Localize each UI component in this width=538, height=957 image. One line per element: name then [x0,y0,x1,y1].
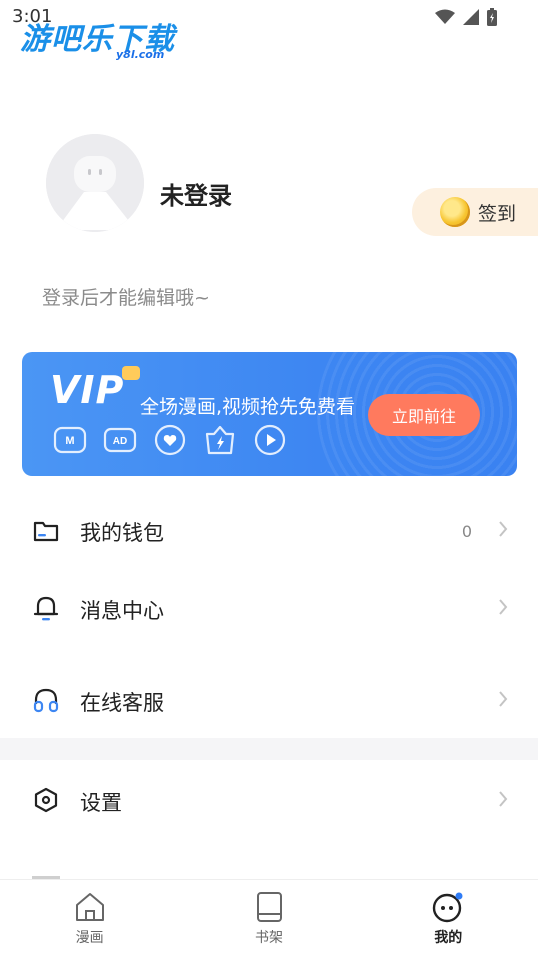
menu-label-settings: 设置 [80,791,122,815]
menu-item-support[interactable]: 在线客服 [0,660,538,742]
manga-icon: M [53,426,87,454]
profile-icon [433,892,463,923]
checkin-label: 签到 [478,202,517,225]
menu-item-messages[interactable]: 消息中心 [0,568,538,650]
watermark-subtitle: y8l.com [116,48,165,61]
crown-icon [122,366,140,380]
vip-benefit-icons: M AD [52,422,288,458]
chevron-right-icon [499,691,508,707]
book-icon [256,892,282,922]
menu-label-messages: 消息中心 [80,599,164,623]
settings-icon [34,787,58,813]
tab-mine[interactable]: 我的 [359,880,538,957]
tab-label-mine: 我的 [434,930,463,946]
wallet-balance: 0 [461,522,472,541]
chevron-right-icon [499,791,508,807]
vip-go-button[interactable]: 立即前往 [368,394,480,436]
tab-label-bookshelf: 书架 [254,930,283,946]
chevron-right-icon [499,599,508,615]
heart-icon [154,424,186,456]
vip-banner[interactable]: VIP 全场漫画,视频抢先免费看 立即前往 M AD [22,352,517,476]
tab-label-comics: 漫画 [75,930,104,946]
battery-icon [487,8,497,26]
chevron-right-icon [499,521,508,537]
vip-logo: VIP [50,368,125,412]
menu-group-settings: 设置 [0,760,538,842]
username[interactable]: 未登录 [160,176,232,211]
bottom-tab-bar: 漫画 书架 我的 [0,879,538,957]
menu-item-wallet[interactable]: 我的钱包 0 [0,490,538,572]
ad-free-icon: AD [103,427,137,453]
menu-label-support: 在线客服 [80,691,164,715]
menu-label-wallet: 我的钱包 [80,521,164,545]
watermark-logo: 游吧乐下载 y8l.com [20,14,175,61]
login-hint: 登录后才能编辑哦~ [42,287,210,309]
status-icons [434,7,498,27]
svg-text:M: M [65,435,74,447]
tab-bookshelf[interactable]: 书架 [179,880,358,957]
bolt-icon [205,425,235,455]
tab-comics[interactable]: 漫画 [0,880,179,957]
avatar[interactable] [46,134,144,232]
menu-item-settings[interactable]: 设置 [0,760,538,842]
checkin-button[interactable]: 签到 [412,188,538,236]
menu-group-account: 我的钱包 0 消息中心 在线客服 [0,490,538,736]
play-icon [254,424,286,456]
signal-icon [463,9,479,25]
headset-icon [33,688,59,713]
coin-icon [440,197,470,227]
section-divider [0,738,538,760]
svg-text:AD: AD [113,436,127,447]
wifi-icon [435,9,455,24]
wallet-icon [33,521,59,542]
bell-icon [33,596,59,621]
home-icon [75,893,104,921]
avatar-placeholder-icon [46,134,144,232]
vip-slogan: 全场漫画,视频抢先免费看 [140,396,356,418]
